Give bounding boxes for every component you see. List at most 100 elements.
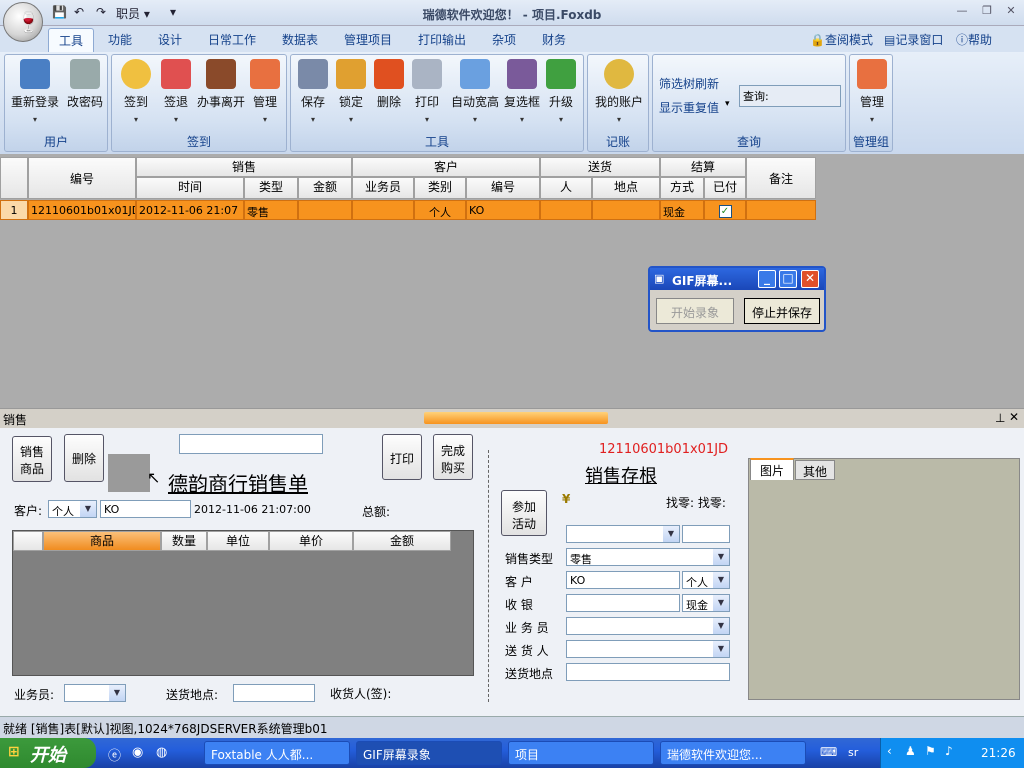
col-id[interactable]: 编号	[28, 157, 136, 199]
qq-icon[interactable]: ♟	[905, 744, 916, 758]
cell-category[interactable]: 个人	[414, 200, 466, 220]
signin-manage-button[interactable]: 管理 ▾	[246, 59, 284, 124]
col-goods[interactable]: 商品	[43, 531, 161, 551]
customer-stub-type-select[interactable]: 个人 ▼	[682, 571, 730, 589]
gif-minimize-button[interactable]: _	[758, 270, 776, 288]
pin-icon[interactable]: ⊥	[995, 411, 1005, 425]
ime-indicator[interactable]: sr	[848, 746, 858, 759]
show-duplicates-button[interactable]: 显示重复值	[659, 99, 719, 116]
cell-customer-no[interactable]: KO	[466, 200, 540, 220]
tab-picture[interactable]: 图片	[750, 458, 794, 480]
upgrade-button[interactable]: 升级 ▾	[543, 59, 579, 124]
join-event-button[interactable]: 参加 活动	[501, 490, 547, 536]
redo-icon[interactable]: ↷	[96, 5, 106, 19]
cashier-input[interactable]	[566, 594, 680, 612]
start-recording-button[interactable]: 开始录象	[656, 298, 734, 324]
tab-datatable[interactable]: 数据表	[282, 31, 318, 48]
ie-icon[interactable]: ⓔ	[108, 745, 121, 764]
print-ribbon-button[interactable]: 打印 ▾	[409, 59, 445, 124]
col-type[interactable]: 类型	[244, 177, 298, 199]
finish-purchase-button[interactable]: 完成 购买	[433, 434, 473, 480]
customer-code-input[interactable]: KO	[100, 500, 191, 518]
tab-functions[interactable]: 功能	[108, 31, 132, 48]
speaker-icon[interactable]: ♪	[945, 744, 953, 758]
relogin-button[interactable]: 重新登录 ▾	[9, 59, 61, 124]
qat-customize-icon[interactable]: ▾	[170, 5, 176, 19]
manage-group-button[interactable]: 管理 ▾	[852, 59, 892, 124]
change-password-button[interactable]: 改密码	[63, 59, 107, 110]
customer-type-select[interactable]: 个人 ▼	[48, 500, 97, 518]
cell-paid[interactable]: ✓	[704, 200, 746, 220]
tab-print-output[interactable]: 打印输出	[418, 31, 466, 48]
cell-type[interactable]: 零售	[244, 200, 298, 220]
tray-expand-icon[interactable]: ‹	[887, 744, 892, 758]
close-button[interactable]: ✕	[1002, 4, 1020, 20]
tab-manage-project[interactable]: 管理项目	[344, 31, 392, 48]
col-category[interactable]: 类别	[414, 177, 466, 199]
stop-save-button[interactable]: 停止并保存	[744, 298, 820, 324]
task-foxtable[interactable]: Foxtable 人人都...	[204, 741, 350, 765]
my-account-button[interactable]: 我的账户 ▾	[592, 59, 646, 124]
gif-dialog-titlebar[interactable]: ▣ GIF屏幕... _ □ ✕	[650, 268, 824, 290]
customer-stub-input[interactable]: KO	[566, 571, 680, 589]
tab-tools[interactable]: 工具	[48, 28, 95, 52]
delete-button[interactable]: 删除	[64, 434, 104, 482]
role-dropdown[interactable]: 职员 ▾	[116, 5, 150, 22]
log-window-button[interactable]: ▤记录窗口	[884, 31, 943, 48]
paid-checkbox[interactable]: ✓	[718, 205, 732, 218]
event-select[interactable]: ▼	[566, 525, 680, 543]
cell-time[interactable]: 2012-11-06 21:07	[136, 200, 244, 220]
chrome-icon[interactable]: ◍	[156, 745, 167, 760]
col-time[interactable]: 时间	[136, 177, 244, 199]
deliverer-select[interactable]: ▼	[566, 640, 730, 658]
help-button[interactable]: ⓘ帮助	[956, 31, 992, 48]
col-paid[interactable]: 已付	[704, 177, 746, 199]
tab-design[interactable]: 设计	[158, 31, 182, 48]
sale-type-select[interactable]: 零售 ▼	[566, 548, 730, 566]
splitter-handle[interactable]	[424, 412, 608, 424]
task-project-folder[interactable]: 项目	[508, 741, 654, 765]
col-method[interactable]: 方式	[660, 177, 704, 199]
firefox-icon[interactable]: ◉	[132, 745, 143, 760]
save-icon[interactable]: 💾	[52, 5, 67, 19]
cell-note[interactable]	[746, 200, 816, 220]
col-note[interactable]: 备注	[746, 157, 816, 199]
salesman-stub-select[interactable]: ▼	[566, 617, 730, 635]
col-place[interactable]: 地点	[592, 177, 660, 199]
view-mode-button[interactable]: 🔒查阅模式	[810, 31, 873, 48]
select-all-corner[interactable]	[0, 157, 28, 199]
gif-maximize-button[interactable]: □	[779, 270, 797, 288]
col-price[interactable]: 单价	[269, 531, 353, 551]
sign-in-button[interactable]: 签到 ▾	[116, 59, 156, 124]
cell-person[interactable]	[540, 200, 592, 220]
undo-icon[interactable]: ↶	[74, 5, 84, 19]
delivery-place-stub-input[interactable]	[566, 663, 730, 681]
col-qty[interactable]: 数量	[161, 531, 207, 551]
filter-refresh-button[interactable]: 筛选树刷新	[659, 75, 719, 92]
barcode-input[interactable]	[179, 434, 323, 454]
cell-method[interactable]: 现金	[660, 200, 704, 220]
salesman-select[interactable]: ▼	[64, 684, 126, 702]
task-gif-recorder[interactable]: GIF屏幕录象	[356, 741, 502, 765]
sign-out-button[interactable]: 签退 ▾	[156, 59, 196, 124]
lock-button[interactable]: 锁定 ▾	[333, 59, 369, 124]
sell-goods-button[interactable]: 销售 商品	[12, 436, 52, 482]
col-total[interactable]: 金额	[353, 531, 451, 551]
col-customer-no[interactable]: 编号	[466, 177, 540, 199]
delivery-place-input[interactable]	[233, 684, 315, 702]
items-corner[interactable]	[13, 531, 43, 551]
tab-misc[interactable]: 杂项	[492, 31, 516, 48]
event-value-input[interactable]	[682, 525, 730, 543]
tab-other[interactable]: 其他	[795, 460, 835, 480]
tab-daily-work[interactable]: 日常工作	[208, 31, 256, 48]
network-icon[interactable]: ⚑	[925, 744, 936, 758]
app-menu-button[interactable]: 🍷	[3, 2, 43, 42]
col-salesman[interactable]: 业务员	[352, 177, 414, 199]
task-ruide-app[interactable]: 瑞德软件欢迎您...	[660, 741, 806, 765]
tab-finance[interactable]: 财务	[542, 31, 566, 48]
save-ribbon-button[interactable]: 保存 ▾	[295, 59, 331, 124]
leave-button[interactable]: 办事离开	[194, 59, 248, 110]
delete-ribbon-button[interactable]: 删除	[371, 59, 407, 110]
start-button[interactable]: ⊞ 开始	[0, 738, 96, 768]
cell-salesman[interactable]	[352, 200, 414, 220]
